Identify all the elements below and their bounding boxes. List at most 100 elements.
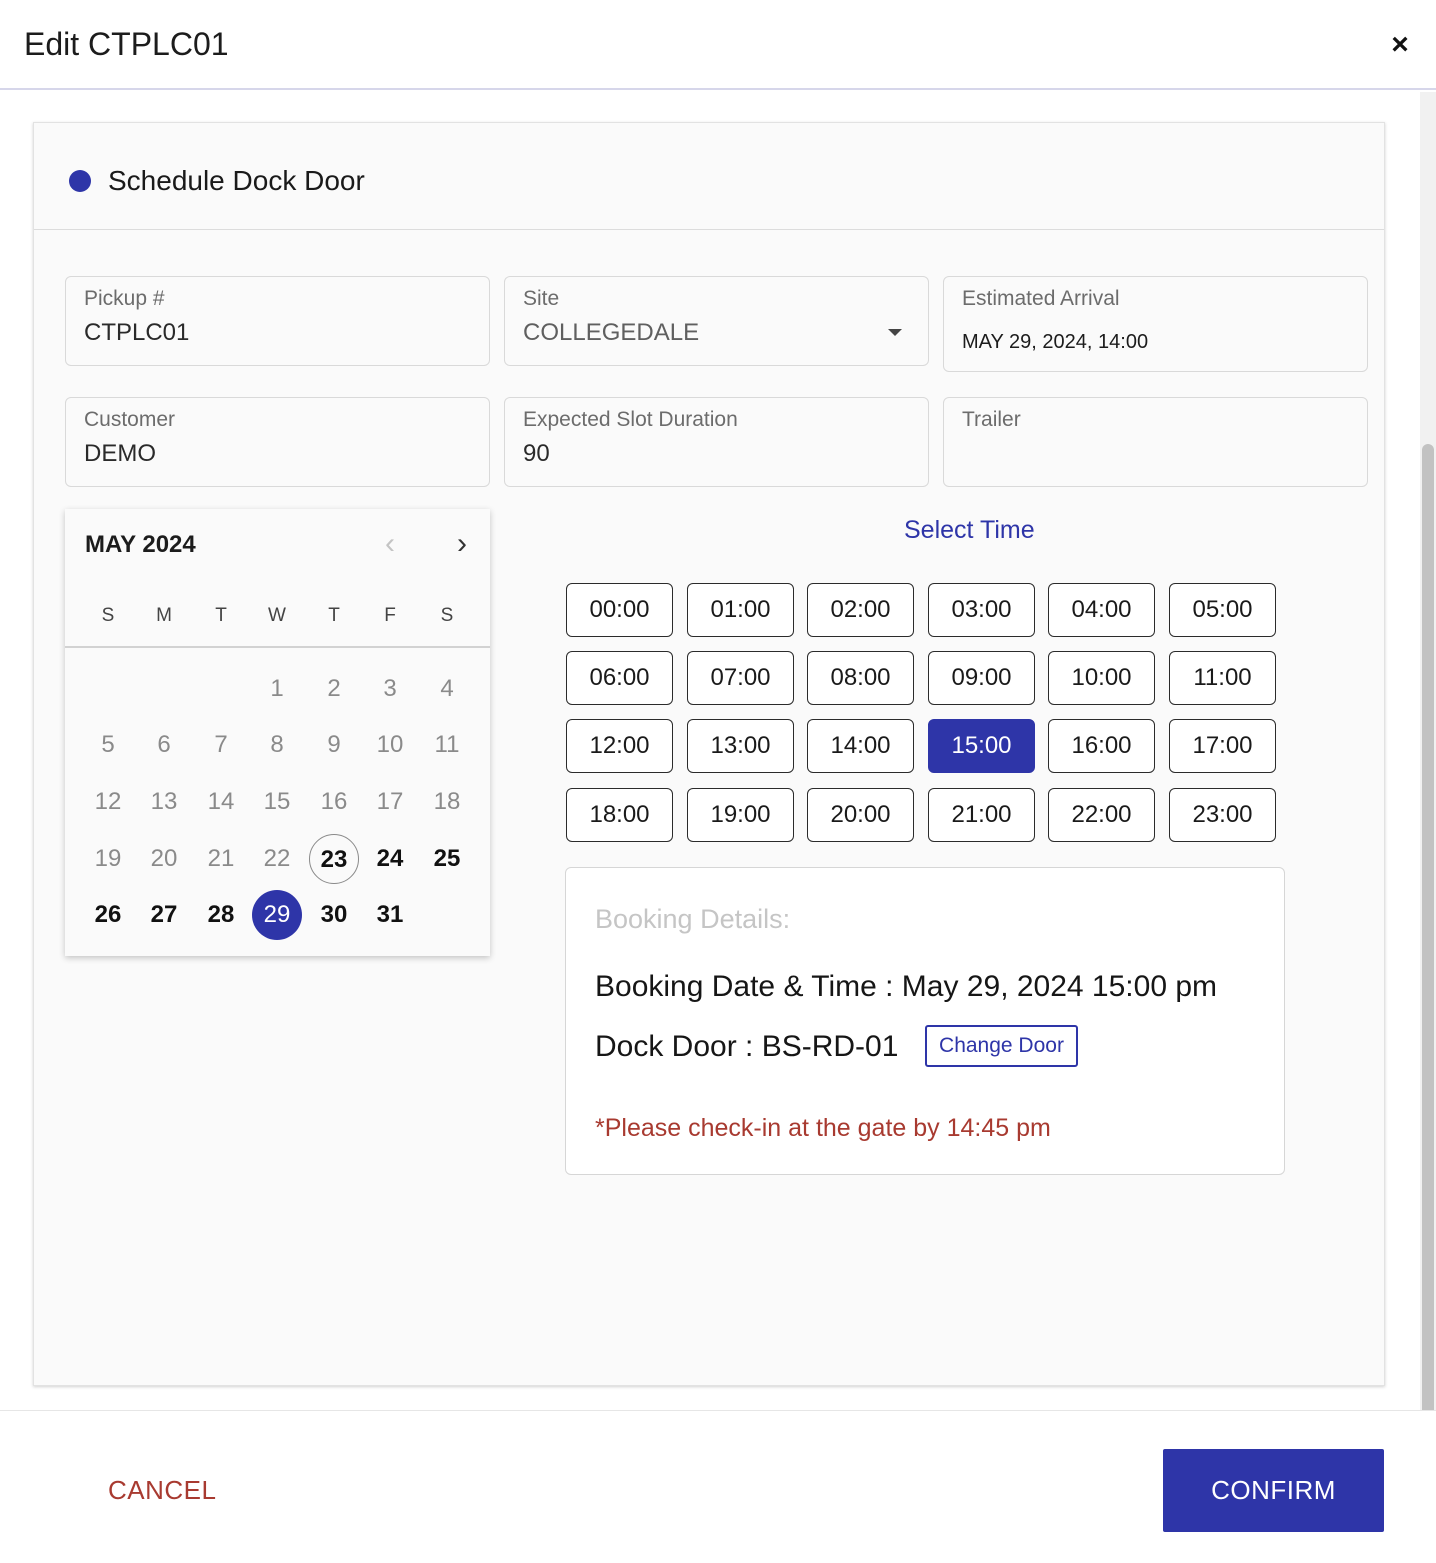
status-dot-icon bbox=[69, 170, 91, 192]
calendar-day: 13 bbox=[150, 788, 178, 815]
confirm-button[interactable]: CONFIRM bbox=[1163, 1449, 1384, 1532]
weekday-label: T bbox=[215, 605, 227, 626]
calendar-day[interactable]: 30 bbox=[309, 890, 359, 940]
calendar-divider bbox=[65, 646, 490, 648]
dropdown-arrow-icon[interactable] bbox=[888, 329, 902, 336]
estimated-arrival-label: Estimated Arrival bbox=[962, 287, 1120, 310]
time-slot[interactable]: 05:00 bbox=[1169, 583, 1276, 637]
weekday-header: SMTWTFS bbox=[65, 605, 490, 635]
time-slot[interactable]: 13:00 bbox=[687, 719, 794, 773]
calendar-day: 5 bbox=[101, 731, 115, 758]
schedule-card: Schedule Dock Door Pickup # CTPLC01 Site… bbox=[33, 122, 1385, 1386]
weekday-label: M bbox=[156, 605, 172, 626]
close-icon[interactable]: × bbox=[1384, 28, 1416, 62]
chevron-left-icon[interactable]: ‹ bbox=[375, 527, 405, 561]
trailer-field[interactable]: Trailer bbox=[943, 397, 1368, 487]
estimated-arrival-value[interactable]: MAY 29, 2024, 14:00 bbox=[962, 331, 1148, 354]
weekday-label: T bbox=[328, 605, 340, 626]
calendar-day: 14 bbox=[207, 788, 235, 815]
booking-details-panel: Booking Details: Booking Date & Time : M… bbox=[565, 867, 1285, 1175]
scrollbar[interactable] bbox=[1420, 92, 1436, 1410]
calendar-day: 3 bbox=[383, 675, 397, 702]
time-slot[interactable]: 06:00 bbox=[566, 651, 673, 705]
time-slot[interactable]: 00:00 bbox=[566, 583, 673, 637]
chevron-right-icon[interactable]: › bbox=[447, 527, 477, 561]
time-slot[interactable]: 14:00 bbox=[807, 719, 914, 773]
section-title: Schedule Dock Door bbox=[108, 165, 365, 196]
calendar-day: 22 bbox=[263, 845, 291, 872]
calendar-day: 18 bbox=[433, 788, 461, 815]
dialog-body: Schedule Dock Door Pickup # CTPLC01 Site… bbox=[0, 92, 1436, 1410]
calendar-day[interactable]: 26 bbox=[83, 890, 133, 940]
time-slot[interactable]: 07:00 bbox=[687, 651, 794, 705]
calendar-day: 10 bbox=[376, 731, 404, 758]
slot-duration-value[interactable]: 90 bbox=[523, 440, 550, 468]
calendar-day: 9 bbox=[327, 731, 341, 758]
time-slot[interactable]: 19:00 bbox=[687, 788, 794, 842]
time-slot[interactable]: 22:00 bbox=[1048, 788, 1155, 842]
dialog-footer: CANCEL CONFIRM bbox=[0, 1410, 1436, 1563]
slot-duration-field[interactable]: Expected Slot Duration 90 bbox=[504, 397, 929, 487]
select-time-heading: Select Time bbox=[904, 516, 1035, 544]
dock-door-label: Dock Door : BS-RD-01 bbox=[595, 1030, 899, 1063]
calendar-day: 11 bbox=[434, 731, 460, 758]
weekday-label: S bbox=[440, 605, 454, 626]
calendar-month-label: MAY 2024 bbox=[85, 531, 196, 558]
time-slot[interactable]: 10:00 bbox=[1048, 651, 1155, 705]
weekday-label: F bbox=[384, 605, 396, 626]
pickup-value[interactable]: CTPLC01 bbox=[84, 319, 189, 347]
edit-dialog: Edit CTPLC01 × Schedule Dock Door Pickup… bbox=[0, 0, 1436, 1563]
calendar-day-today[interactable]: 23 bbox=[309, 834, 359, 884]
estimated-arrival-field[interactable]: Estimated Arrival MAY 29, 2024, 14:00 bbox=[943, 276, 1368, 372]
calendar-day-selected[interactable]: 29 bbox=[252, 890, 302, 940]
calendar-day: 15 bbox=[263, 788, 291, 815]
time-slot-selected[interactable]: 15:00 bbox=[928, 719, 1035, 773]
site-value[interactable]: COLLEGEDALE bbox=[523, 319, 699, 347]
time-slot[interactable]: 17:00 bbox=[1169, 719, 1276, 773]
calendar-day[interactable]: 28 bbox=[196, 890, 246, 940]
weekday-label: S bbox=[101, 605, 115, 626]
time-slot[interactable]: 02:00 bbox=[807, 583, 914, 637]
time-slot[interactable]: 20:00 bbox=[807, 788, 914, 842]
cancel-button[interactable]: CANCEL bbox=[108, 1475, 216, 1506]
calendar-day[interactable]: 24 bbox=[365, 834, 415, 884]
time-slot[interactable]: 08:00 bbox=[807, 651, 914, 705]
dialog-header: Edit CTPLC01 × bbox=[0, 0, 1436, 90]
customer-value[interactable]: DEMO bbox=[84, 440, 156, 468]
calendar-day: 1 bbox=[270, 675, 284, 702]
time-slot[interactable]: 11:00 bbox=[1169, 651, 1276, 705]
calendar-day[interactable]: 27 bbox=[139, 890, 189, 940]
time-slot[interactable]: 23:00 bbox=[1169, 788, 1276, 842]
booking-details-heading: Booking Details: bbox=[595, 904, 791, 934]
calendar-day: 8 bbox=[270, 731, 284, 758]
time-slot[interactable]: 21:00 bbox=[928, 788, 1035, 842]
trailer-label: Trailer bbox=[962, 408, 1021, 431]
time-slot[interactable]: 18:00 bbox=[566, 788, 673, 842]
dialog-title: Edit CTPLC01 bbox=[24, 26, 229, 62]
calendar-day: 16 bbox=[320, 788, 348, 815]
booking-date-time: Booking Date & Time : May 29, 2024 15:00… bbox=[595, 970, 1218, 1003]
time-slot[interactable]: 03:00 bbox=[928, 583, 1035, 637]
calendar-day[interactable]: 31 bbox=[365, 890, 415, 940]
time-slot[interactable]: 12:00 bbox=[566, 719, 673, 773]
time-slot-grid: 00:00 01:00 02:00 03:00 04:00 05:00 06:00 07:00… bbox=[566, 583, 1276, 843]
slot-duration-label: Expected Slot Duration bbox=[523, 408, 738, 431]
calendar-day: 17 bbox=[376, 788, 404, 815]
pickup-field[interactable]: Pickup # CTPLC01 bbox=[65, 276, 490, 366]
change-door-button[interactable]: Change Door bbox=[925, 1025, 1078, 1067]
customer-field[interactable]: Customer DEMO bbox=[65, 397, 490, 487]
time-slot[interactable]: 16:00 bbox=[1048, 719, 1155, 773]
time-slot[interactable]: 04:00 bbox=[1048, 583, 1155, 637]
time-slot[interactable]: 09:00 bbox=[928, 651, 1035, 705]
site-select[interactable]: Site COLLEGEDALE bbox=[504, 276, 929, 366]
time-slot[interactable]: 01:00 bbox=[687, 583, 794, 637]
calendar-day: 19 bbox=[94, 845, 122, 872]
calendar-day: 7 bbox=[214, 731, 228, 758]
calendar-day: 2 bbox=[327, 675, 341, 702]
date-picker: MAY 2024 ‹ › SMTWTFS 1 2 3 4 5 6 7 8 9 10 11 12 13 14… bbox=[65, 509, 490, 956]
scrollbar-thumb[interactable] bbox=[1422, 444, 1434, 1410]
pickup-label: Pickup # bbox=[84, 287, 165, 310]
calendar-day[interactable]: 25 bbox=[422, 834, 472, 884]
calendar-day: 20 bbox=[150, 845, 178, 872]
calendar-day: 6 bbox=[157, 731, 171, 758]
